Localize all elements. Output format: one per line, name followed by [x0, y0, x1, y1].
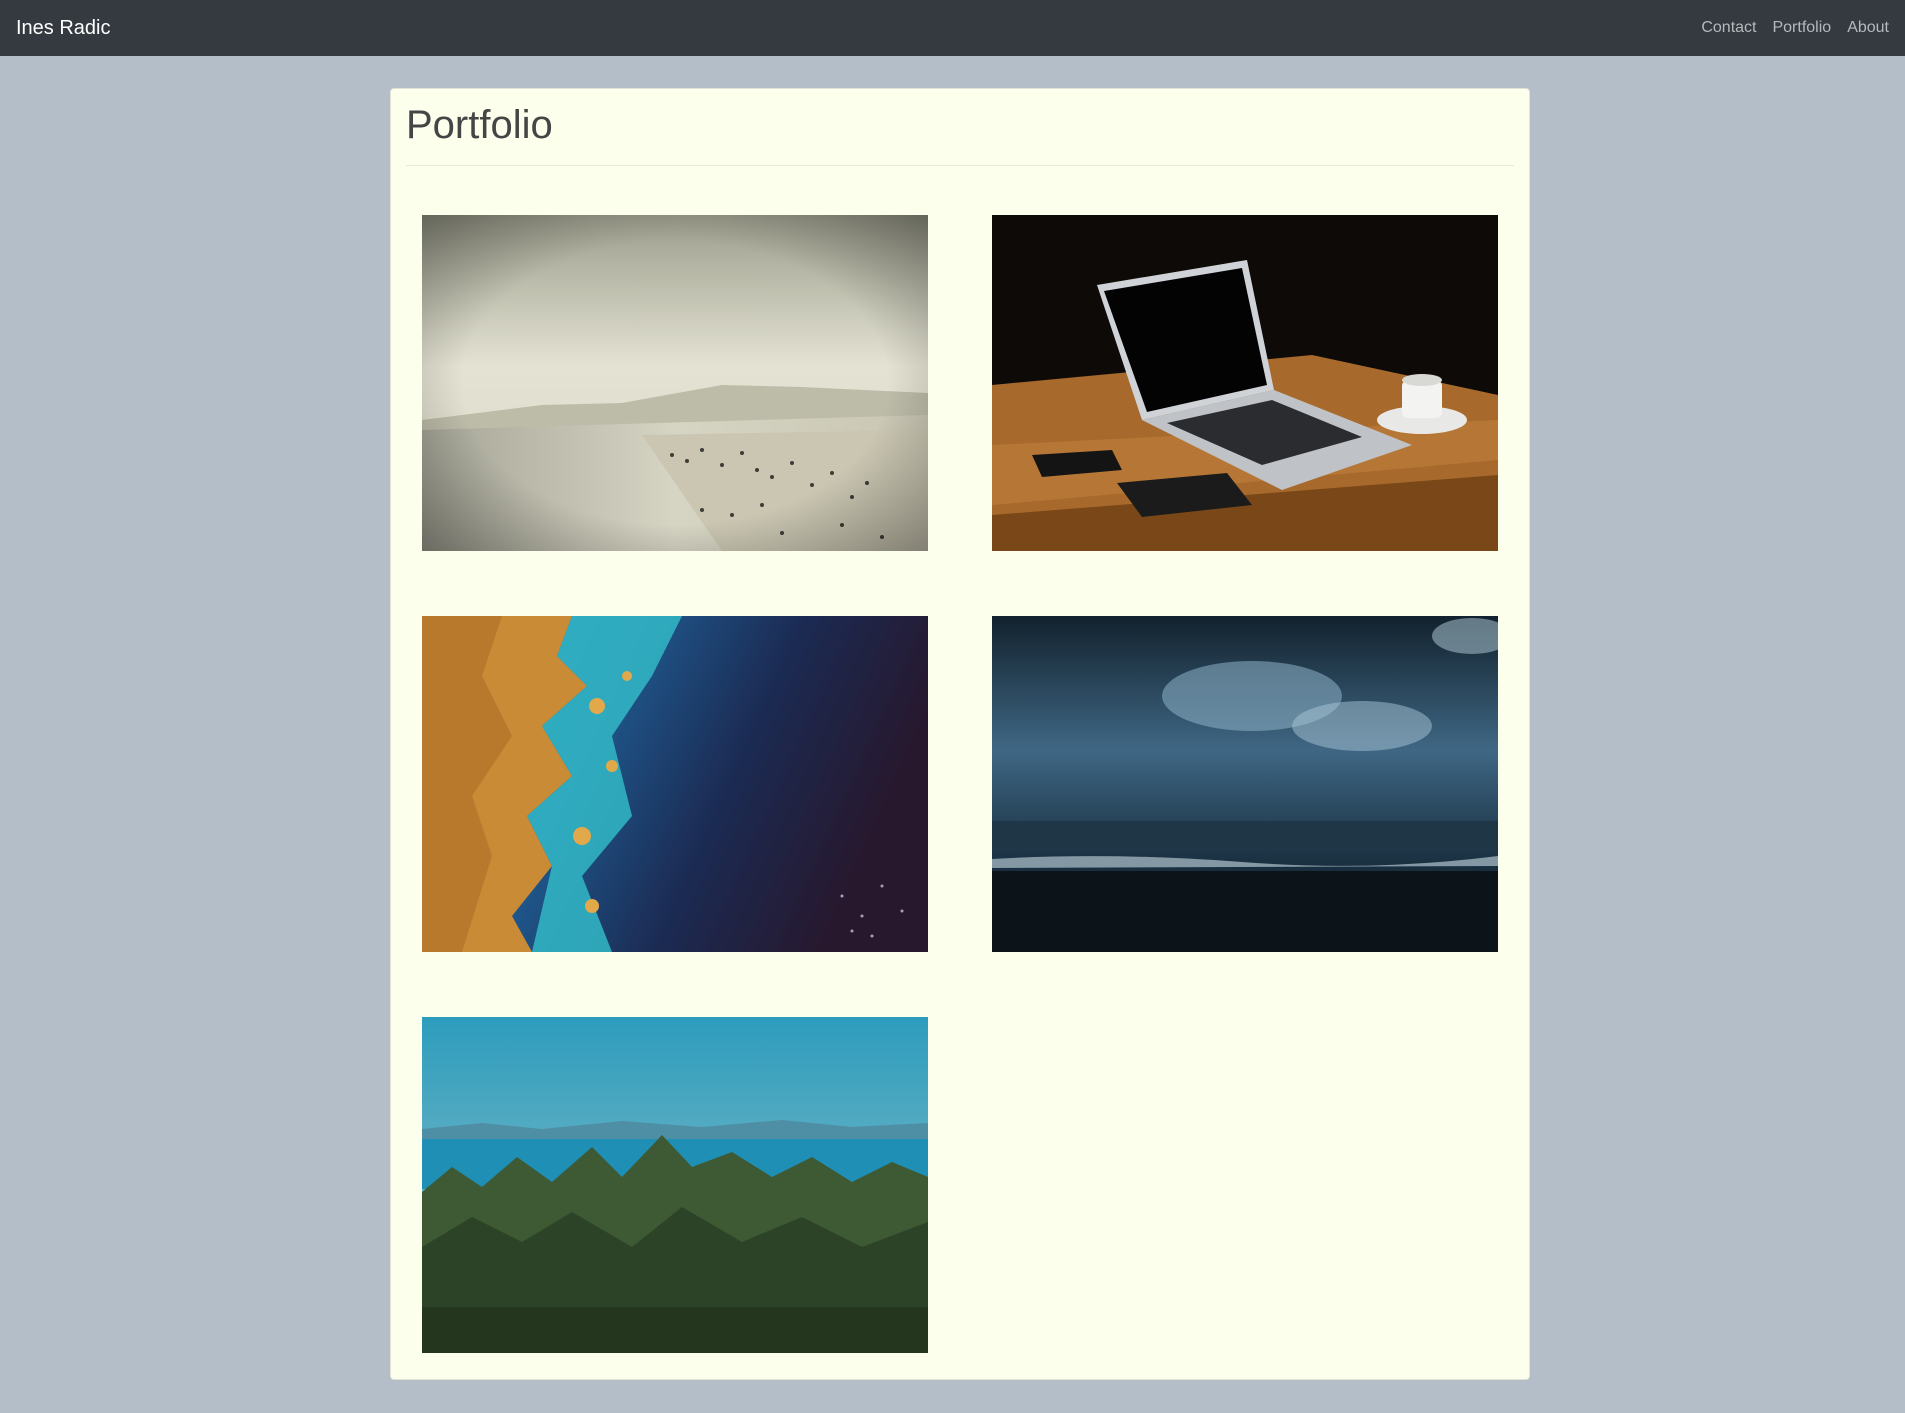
top-navbar: Ines Radic Contact Portfolio About — [0, 0, 1905, 56]
photo-beach[interactable] — [422, 215, 928, 551]
photo-laptop[interactable] — [992, 215, 1498, 551]
nav-links: Contact Portfolio About — [1701, 19, 1889, 37]
nav-link-portfolio[interactable]: Portfolio — [1772, 19, 1831, 37]
photo-grid — [406, 166, 1514, 1366]
photo-satellite-coast[interactable] — [422, 616, 928, 952]
brand-link[interactable]: Ines Radic — [16, 17, 111, 40]
nav-link-contact[interactable]: Contact — [1701, 19, 1756, 37]
portfolio-card: Portfolio — [390, 88, 1530, 1380]
photo-stormy-sea[interactable] — [992, 616, 1498, 952]
nav-link-about[interactable]: About — [1847, 19, 1889, 37]
photo-forest[interactable] — [422, 1017, 928, 1353]
page-title: Portfolio — [406, 89, 1514, 166]
